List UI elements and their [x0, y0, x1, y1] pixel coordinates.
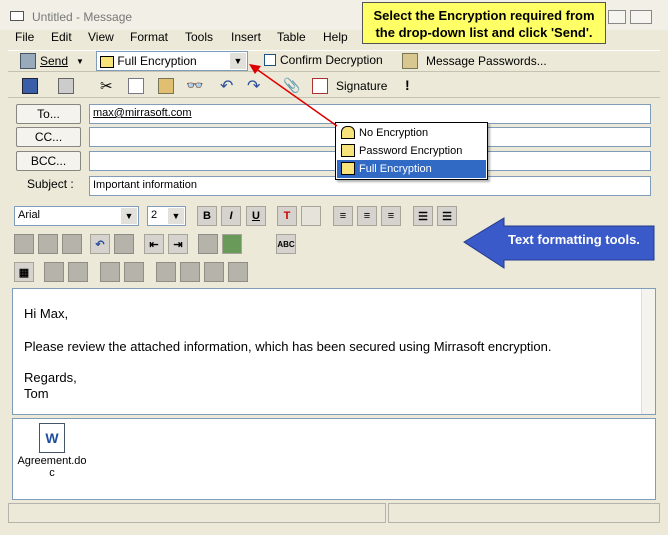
attachments-pane: W Agreement.do c — [12, 418, 656, 500]
status-bar — [8, 503, 386, 523]
insert-table-icon[interactable]: ▦ — [14, 262, 34, 282]
bullet-list-icon[interactable]: ☰ — [437, 206, 457, 226]
attachment-name-cont: c — [49, 467, 55, 479]
outdent-icon[interactable]: ⇤ — [144, 234, 164, 254]
scrollbar[interactable] — [641, 289, 655, 414]
align-left-icon[interactable]: ≡ — [333, 206, 353, 226]
insert-image-icon[interactable] — [222, 234, 242, 254]
chevron-down-icon[interactable]: ▼ — [121, 208, 137, 224]
paste-icon[interactable] — [158, 78, 174, 94]
menu-insert[interactable]: Insert — [231, 30, 261, 44]
message-passwords-button[interactable]: Message Passwords... — [402, 53, 547, 69]
table-tool-icon[interactable] — [156, 262, 176, 282]
find-icon[interactable]: 👓 — [186, 77, 203, 94]
format-disabled-icon[interactable] — [14, 234, 34, 254]
callout-arrow — [249, 64, 338, 127]
table-tool-icon[interactable] — [204, 262, 224, 282]
word-document-icon: W — [39, 423, 65, 453]
status-bar-panel — [388, 503, 660, 523]
body-signature: Tom — [24, 386, 49, 401]
send-icon — [20, 53, 36, 69]
option-no-encryption[interactable]: No Encryption — [337, 124, 486, 142]
highlight-icon[interactable] — [301, 206, 321, 226]
menu-table[interactable]: Table — [277, 30, 306, 44]
to-button[interactable]: To... — [16, 104, 81, 124]
table-tool-icon[interactable] — [228, 262, 248, 282]
minimize-button[interactable] — [608, 10, 626, 24]
save-icon[interactable] — [22, 78, 38, 94]
table-tool-icon[interactable] — [44, 262, 64, 282]
menu-edit[interactable]: Edit — [51, 30, 72, 44]
align-center-icon[interactable]: ≡ — [357, 206, 377, 226]
menu-tools[interactable]: Tools — [185, 30, 213, 44]
indent-icon[interactable]: ⇥ — [168, 234, 188, 254]
menu-file[interactable]: File — [15, 30, 34, 44]
undo-icon[interactable]: ↶ — [220, 76, 233, 96]
numbered-list-icon[interactable]: ☰ — [413, 206, 433, 226]
menu-format[interactable]: Format — [130, 30, 168, 44]
message-passwords-label: Message Passwords... — [426, 54, 547, 68]
undo-format-icon[interactable]: ↶ — [90, 234, 110, 254]
option-label: No Encryption — [359, 127, 429, 139]
table-tool-icon[interactable] — [180, 262, 200, 282]
table-tool-icon[interactable] — [124, 262, 144, 282]
font-color-icon[interactable]: T — [277, 206, 297, 226]
priority-button[interactable]: ! — [405, 77, 410, 93]
encryption-callout: Select the Encryption required from the … — [362, 2, 606, 44]
encryption-dropdown: No Encryption Password Encryption Full E… — [335, 122, 488, 180]
close-button[interactable] — [630, 10, 652, 24]
send-button[interactable]: Send ▼ — [20, 53, 84, 69]
underline-button[interactable]: U — [246, 206, 266, 226]
italic-button[interactable]: I — [221, 206, 241, 226]
chevron-down-icon[interactable]: ▼ — [168, 208, 184, 224]
align-right-icon[interactable]: ≡ — [381, 206, 401, 226]
send-label: Send — [40, 54, 69, 68]
subject-label: Subject : — [27, 177, 74, 191]
full-encryption-icon — [341, 162, 355, 175]
chevron-down-icon: ▼ — [76, 56, 84, 66]
table-tool-icon[interactable] — [68, 262, 88, 282]
horizontal-line-icon[interactable] — [198, 234, 218, 254]
copy-icon[interactable] — [128, 78, 144, 94]
to-value: max@mirrasoft.com — [93, 107, 192, 119]
size-select[interactable]: 2 ▼ — [147, 206, 186, 226]
option-label: Full Encryption — [359, 163, 432, 175]
body-greeting: Hi Max, — [24, 306, 69, 321]
body-regards: Regards, — [24, 370, 77, 385]
bcc-button[interactable]: BCC... — [16, 151, 81, 171]
encryption-value: Full Encryption — [117, 54, 197, 68]
bold-button[interactable]: B — [197, 206, 217, 226]
spellcheck-icon[interactable]: ABC — [276, 234, 296, 254]
size-value: 2 — [151, 209, 158, 221]
option-password-encryption[interactable]: Password Encryption — [337, 142, 486, 160]
window-title: Untitled - Message — [32, 10, 133, 24]
format-disabled-icon[interactable] — [62, 234, 82, 254]
table-tool-icon[interactable] — [100, 262, 120, 282]
cc-button[interactable]: CC... — [16, 127, 81, 147]
envelope-icon — [10, 11, 24, 21]
format-disabled-icon[interactable] — [38, 234, 58, 254]
cut-icon[interactable]: ✂ — [100, 77, 113, 95]
encryption-select[interactable]: Full Encryption ▼ — [96, 51, 248, 71]
print-icon[interactable] — [58, 78, 74, 94]
key-icon — [402, 53, 418, 69]
formatting-callout: Text formatting tools. — [508, 232, 640, 247]
body-text: Please review the attached information, … — [24, 339, 552, 354]
full-encryption-icon — [100, 55, 114, 68]
menu-help[interactable]: Help — [323, 30, 348, 44]
option-label: Password Encryption — [359, 145, 463, 157]
attachment-item[interactable]: W Agreement.do c — [17, 423, 87, 479]
menu-view[interactable]: View — [88, 30, 114, 44]
font-select[interactable]: Arial ▼ — [14, 206, 139, 226]
password-encryption-icon — [341, 144, 355, 157]
message-body[interactable]: Hi Max, Please review the attached infor… — [12, 288, 656, 415]
font-value: Arial — [18, 209, 41, 221]
attachment-name: Agreement.do — [17, 455, 87, 467]
format-disabled-icon[interactable] — [114, 234, 134, 254]
option-full-encryption[interactable]: Full Encryption — [337, 160, 486, 178]
to-field[interactable]: max@mirrasoft.com — [89, 104, 651, 124]
chevron-down-icon[interactable]: ▼ — [230, 53, 246, 69]
